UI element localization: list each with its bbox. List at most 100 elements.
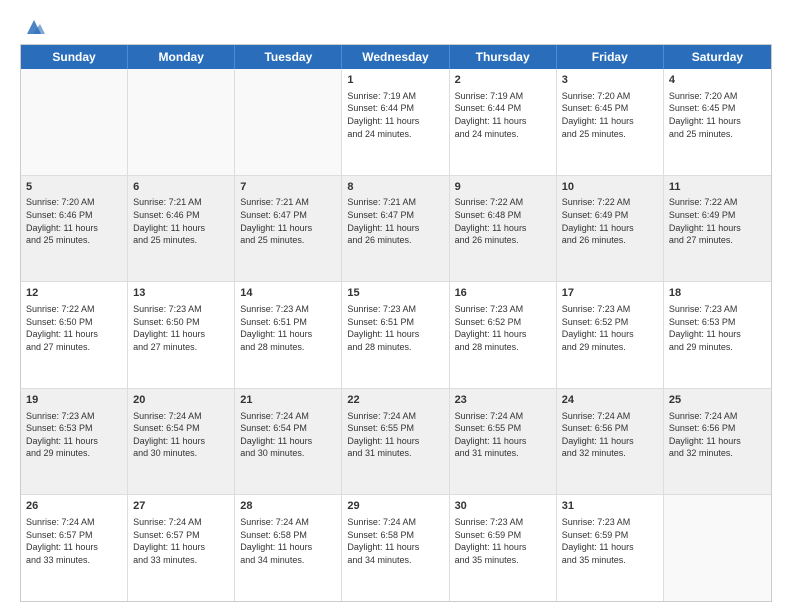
day-number: 7 [240,180,336,195]
day-number: 22 [347,393,443,408]
calendar-cell: 25 Sunrise: 7:24 AM Sunset: 6:56 PM Dayli… [664,389,771,495]
cell-info: Sunrise: 7:23 AM Sunset: 6:51 PM Dayligh… [347,303,443,353]
calendar-cell: 29 Sunrise: 7:24 AM Sunset: 6:58 PM Dayli… [342,495,449,601]
calendar: SundayMondayTuesdayWednesdayThursdayFrid… [20,44,772,602]
cell-info: Sunrise: 7:19 AM Sunset: 6:44 PM Dayligh… [455,90,551,140]
cell-info: Sunrise: 7:23 AM Sunset: 6:50 PM Dayligh… [133,303,229,353]
calendar-cell [21,69,128,175]
calendar-cell: 14Sunrise: 7:23 AM Sunset: 6:51 PM Dayli… [235,282,342,388]
cell-info: Sunrise: 7:22 AM Sunset: 6:49 PM Dayligh… [669,196,766,246]
day-number: 23 [455,393,551,408]
day-number: 8 [347,180,443,195]
calendar-cell: 15Sunrise: 7:23 AM Sunset: 6:51 PM Dayli… [342,282,449,388]
calendar-cell: 1 Sunrise: 7:19 AM Sunset: 6:44 PM Daylig… [342,69,449,175]
calendar-cell: 24Sunrise: 7:24 AM Sunset: 6:56 PM Dayli… [557,389,664,495]
cell-info: Sunrise: 7:22 AM Sunset: 6:49 PM Dayligh… [562,196,658,246]
header-day-friday: Friday [557,45,664,69]
day-number: 9 [455,180,551,195]
cell-info: Sunrise: 7:24 AM Sunset: 6:54 PM Dayligh… [240,410,336,460]
calendar-cell: 23Sunrise: 7:24 AM Sunset: 6:55 PM Dayli… [450,389,557,495]
day-number: 26 [26,499,122,514]
day-number: 5 [26,180,122,195]
cell-info: Sunrise: 7:20 AM Sunset: 6:45 PM Dayligh… [669,90,766,140]
calendar-row-2: 12 Sunrise: 7:22 AM Sunset: 6:50 PM Dayli… [21,281,771,388]
calendar-cell: 5Sunrise: 7:20 AM Sunset: 6:46 PM Daylig… [21,176,128,282]
calendar-cell: 4 Sunrise: 7:20 AM Sunset: 6:45 PM Daylig… [664,69,771,175]
day-number: 18 [669,286,766,301]
day-number: 19 [26,393,122,408]
calendar-cell: 8Sunrise: 7:21 AM Sunset: 6:47 PM Daylig… [342,176,449,282]
day-number: 20 [133,393,229,408]
day-number: 17 [562,286,658,301]
calendar-cell: 13 Sunrise: 7:23 AM Sunset: 6:50 PM Dayli… [128,282,235,388]
calendar-row-4: 26 Sunrise: 7:24 AM Sunset: 6:57 PM Dayli… [21,494,771,601]
calendar-cell: 30Sunrise: 7:23 AM Sunset: 6:59 PM Dayli… [450,495,557,601]
calendar-row-3: 19 Sunrise: 7:23 AM Sunset: 6:53 PM Dayli… [21,388,771,495]
day-number: 13 [133,286,229,301]
day-number: 4 [669,73,766,88]
logo [20,16,45,34]
calendar-cell [235,69,342,175]
header-day-saturday: Saturday [664,45,771,69]
cell-info: Sunrise: 7:23 AM Sunset: 6:53 PM Dayligh… [26,410,122,460]
cell-info: Sunrise: 7:24 AM Sunset: 6:58 PM Dayligh… [240,516,336,566]
cell-info: Sunrise: 7:20 AM Sunset: 6:46 PM Dayligh… [26,196,122,246]
calendar-cell: 3Sunrise: 7:20 AM Sunset: 6:45 PM Daylig… [557,69,664,175]
day-number: 28 [240,499,336,514]
cell-info: Sunrise: 7:19 AM Sunset: 6:44 PM Dayligh… [347,90,443,140]
calendar-cell: 9Sunrise: 7:22 AM Sunset: 6:48 PM Daylig… [450,176,557,282]
cell-info: Sunrise: 7:22 AM Sunset: 6:48 PM Dayligh… [455,196,551,246]
cell-info: Sunrise: 7:23 AM Sunset: 6:51 PM Dayligh… [240,303,336,353]
day-number: 21 [240,393,336,408]
calendar-cell: 26 Sunrise: 7:24 AM Sunset: 6:57 PM Dayli… [21,495,128,601]
cell-info: Sunrise: 7:23 AM Sunset: 6:52 PM Dayligh… [455,303,551,353]
day-number: 2 [455,73,551,88]
cell-info: Sunrise: 7:24 AM Sunset: 6:57 PM Dayligh… [26,516,122,566]
cell-info: Sunrise: 7:22 AM Sunset: 6:50 PM Dayligh… [26,303,122,353]
calendar-cell: 11Sunrise: 7:22 AM Sunset: 6:49 PM Dayli… [664,176,771,282]
cell-info: Sunrise: 7:24 AM Sunset: 6:58 PM Dayligh… [347,516,443,566]
cell-info: Sunrise: 7:20 AM Sunset: 6:45 PM Dayligh… [562,90,658,140]
logo-icon [23,16,45,38]
calendar-cell: 31Sunrise: 7:23 AM Sunset: 6:59 PM Dayli… [557,495,664,601]
header [20,16,772,34]
page: SundayMondayTuesdayWednesdayThursdayFrid… [0,0,792,612]
calendar-cell: 21 Sunrise: 7:24 AM Sunset: 6:54 PM Dayli… [235,389,342,495]
day-number: 12 [26,286,122,301]
calendar-cell: 10Sunrise: 7:22 AM Sunset: 6:49 PM Dayli… [557,176,664,282]
calendar-cell: 2 Sunrise: 7:19 AM Sunset: 6:44 PM Daylig… [450,69,557,175]
cell-info: Sunrise: 7:23 AM Sunset: 6:53 PM Dayligh… [669,303,766,353]
calendar-row-1: 5Sunrise: 7:20 AM Sunset: 6:46 PM Daylig… [21,175,771,282]
calendar-cell: 17 Sunrise: 7:23 AM Sunset: 6:52 PM Dayli… [557,282,664,388]
cell-info: Sunrise: 7:24 AM Sunset: 6:55 PM Dayligh… [347,410,443,460]
cell-info: Sunrise: 7:24 AM Sunset: 6:57 PM Dayligh… [133,516,229,566]
day-number: 11 [669,180,766,195]
calendar-cell: 20Sunrise: 7:24 AM Sunset: 6:54 PM Dayli… [128,389,235,495]
cell-info: Sunrise: 7:21 AM Sunset: 6:47 PM Dayligh… [347,196,443,246]
calendar-cell: 18 Sunrise: 7:23 AM Sunset: 6:53 PM Dayli… [664,282,771,388]
header-day-thursday: Thursday [450,45,557,69]
header-day-wednesday: Wednesday [342,45,449,69]
day-number: 1 [347,73,443,88]
calendar-cell: 28 Sunrise: 7:24 AM Sunset: 6:58 PM Dayli… [235,495,342,601]
header-day-tuesday: Tuesday [235,45,342,69]
day-number: 6 [133,180,229,195]
calendar-cell [128,69,235,175]
cell-info: Sunrise: 7:23 AM Sunset: 6:52 PM Dayligh… [562,303,658,353]
calendar-cell [664,495,771,601]
day-number: 30 [455,499,551,514]
calendar-cell: 16 Sunrise: 7:23 AM Sunset: 6:52 PM Dayli… [450,282,557,388]
cell-info: Sunrise: 7:21 AM Sunset: 6:46 PM Dayligh… [133,196,229,246]
day-number: 29 [347,499,443,514]
day-number: 10 [562,180,658,195]
day-number: 25 [669,393,766,408]
calendar-row-0: 1 Sunrise: 7:19 AM Sunset: 6:44 PM Daylig… [21,69,771,175]
day-number: 16 [455,286,551,301]
calendar-cell: 12 Sunrise: 7:22 AM Sunset: 6:50 PM Dayli… [21,282,128,388]
calendar-cell: 19 Sunrise: 7:23 AM Sunset: 6:53 PM Dayli… [21,389,128,495]
cell-info: Sunrise: 7:24 AM Sunset: 6:56 PM Dayligh… [669,410,766,460]
calendar-cell: 27 Sunrise: 7:24 AM Sunset: 6:57 PM Dayli… [128,495,235,601]
calendar-cell: 7Sunrise: 7:21 AM Sunset: 6:47 PM Daylig… [235,176,342,282]
day-number: 27 [133,499,229,514]
day-number: 31 [562,499,658,514]
